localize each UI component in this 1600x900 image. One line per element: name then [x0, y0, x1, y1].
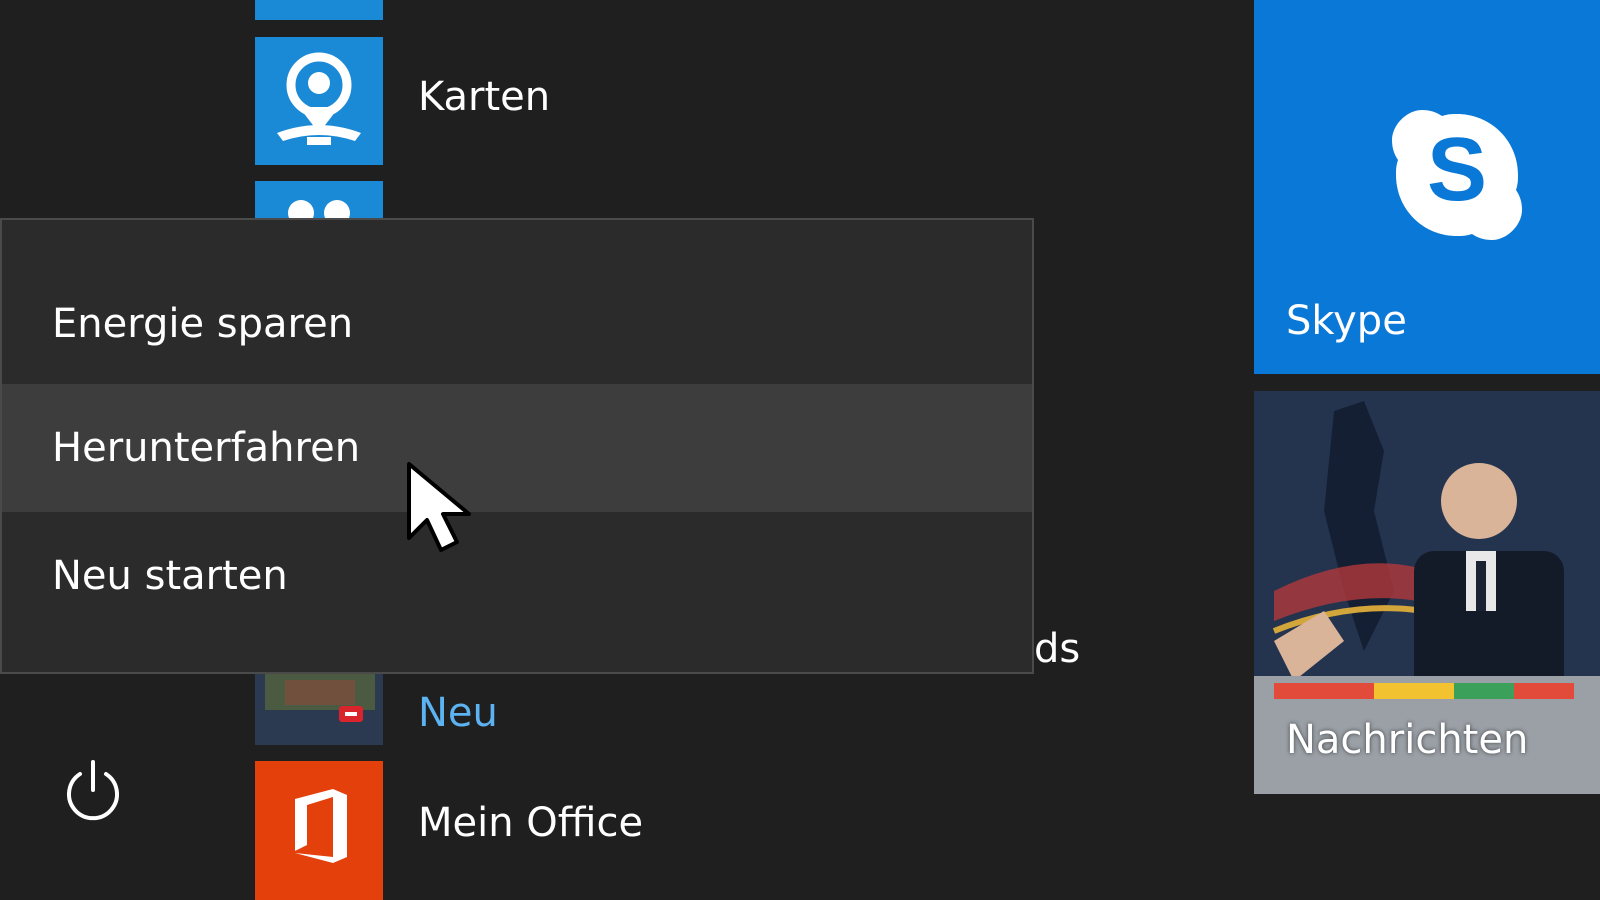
power-icon — [67, 760, 119, 821]
live-tiles: S Skype Nachrichten — [1254, 0, 1600, 900]
app-label-mein-office[interactable]: Mein Office — [418, 800, 643, 846]
office-tile[interactable] — [255, 761, 383, 900]
karten-tile[interactable] — [255, 37, 383, 165]
skype-tile[interactable]: S Skype — [1254, 0, 1600, 374]
app-label-karten[interactable]: Karten — [418, 74, 550, 120]
power-menu: Energie sparen Herunterfahren Neu starte… — [0, 218, 1034, 674]
app-label-partial: ds — [1034, 626, 1081, 672]
map-pin-icon — [277, 52, 361, 145]
menu-item-sleep[interactable]: Energie sparen — [2, 260, 1032, 388]
news-tile[interactable]: Nachrichten — [1254, 391, 1600, 794]
skype-icon: S — [1392, 110, 1522, 240]
office-icon — [295, 789, 347, 863]
menu-item-restart[interactable]: Neu starten — [2, 512, 1032, 640]
skype-tile-label: Skype — [1286, 298, 1407, 344]
svg-text:S: S — [1427, 120, 1487, 220]
menu-item-shutdown[interactable]: Herunterfahren — [2, 384, 1032, 512]
app-label-neu[interactable]: Neu — [418, 690, 498, 736]
power-button[interactable] — [58, 756, 128, 826]
news-tile-label: Nachrichten — [1286, 717, 1529, 763]
